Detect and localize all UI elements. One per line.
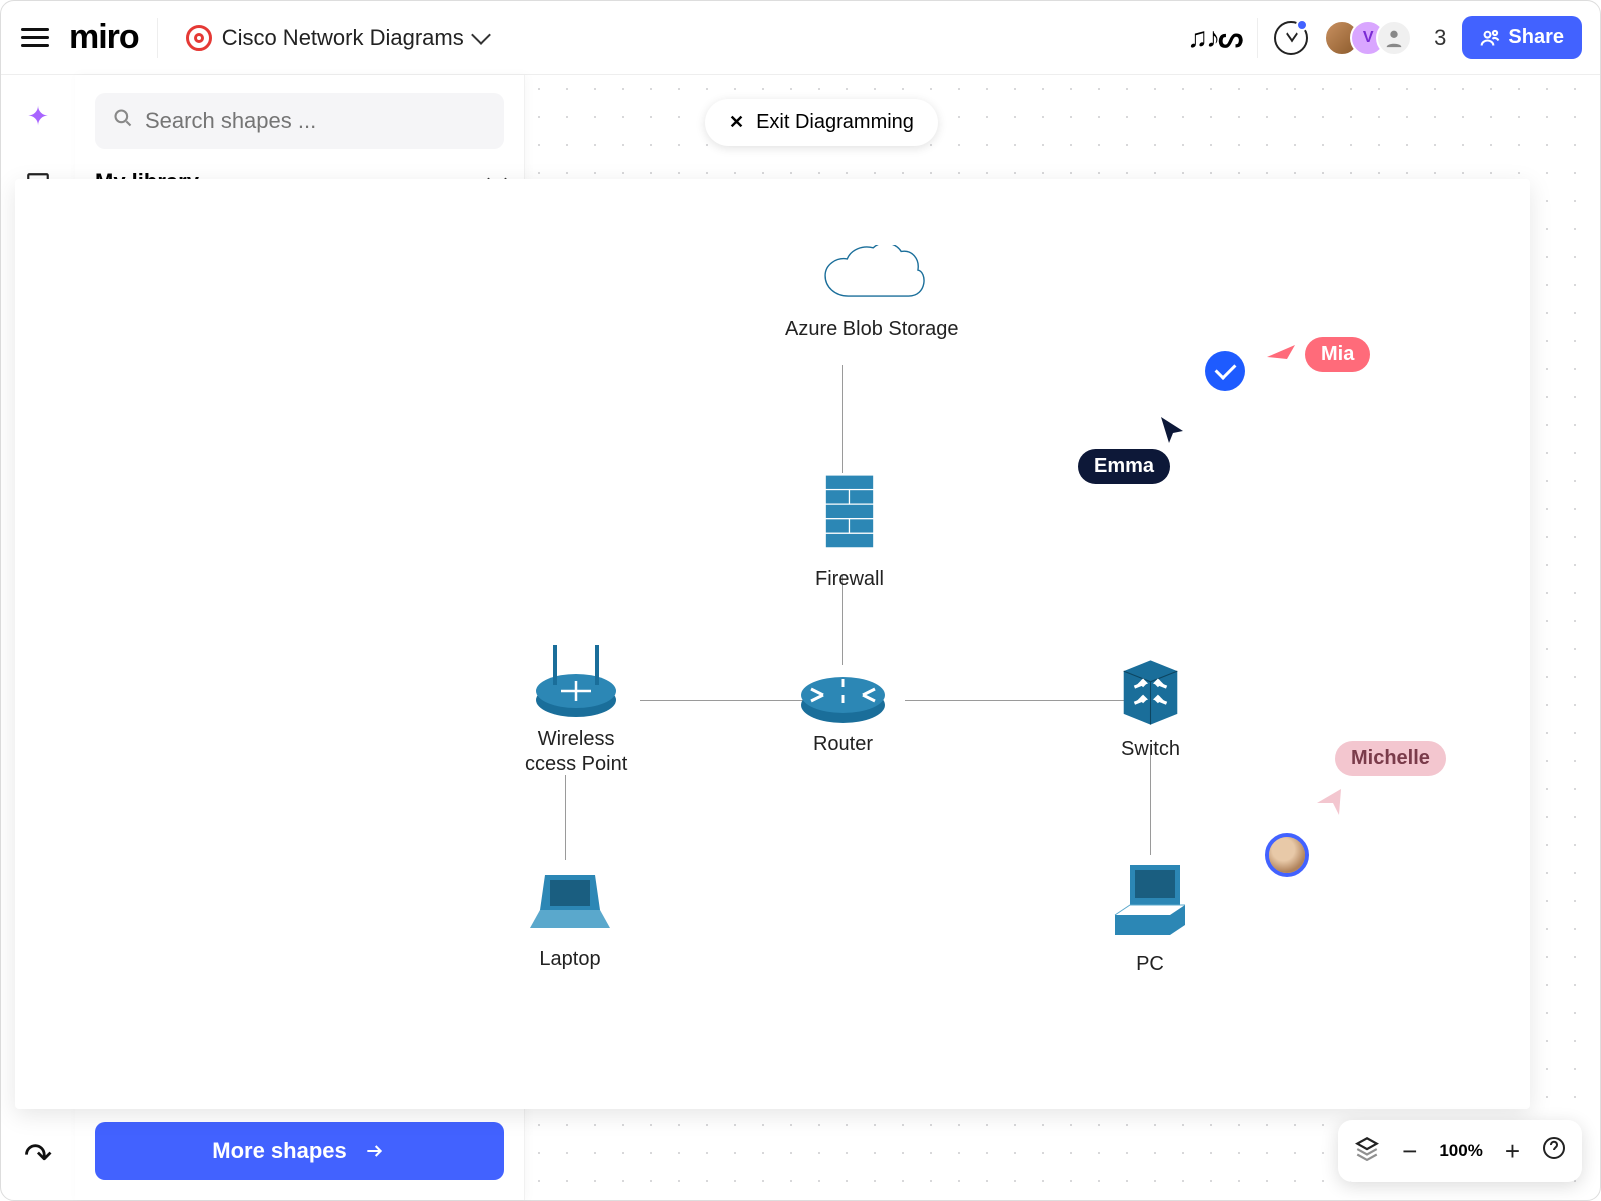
- reaction-check-icon[interactable]: [1205, 351, 1245, 391]
- presence-avatars[interactable]: V: [1324, 20, 1412, 56]
- share-button[interactable]: Share: [1462, 16, 1582, 59]
- canvas[interactable]: ✕ Exit Diagramming ns Azure Blob Storage…: [525, 75, 1600, 1200]
- ai-tool[interactable]: ✦: [15, 93, 61, 139]
- top-bar: miro Cisco Network Diagrams ♫♪ᔕ V 3 Shar…: [1, 1, 1600, 75]
- node-wireless-access-point[interactable]: Wireless ccess Point: [525, 635, 627, 776]
- exit-diagramming-button[interactable]: ✕ Exit Diagramming: [705, 99, 938, 146]
- chevron-down-icon: [471, 25, 491, 45]
- music-icon[interactable]: ♫♪ᔕ: [1187, 21, 1241, 54]
- view-controls: − 100% +: [1338, 1120, 1582, 1182]
- node-router[interactable]: Router: [798, 665, 888, 756]
- connector[interactable]: [1150, 755, 1151, 855]
- connector[interactable]: [842, 365, 843, 473]
- cursor-icon: [1265, 343, 1297, 371]
- zoom-in-button[interactable]: +: [1505, 1136, 1520, 1167]
- cursor-icon: [1315, 787, 1345, 817]
- close-icon: ✕: [729, 112, 744, 133]
- zoom-level[interactable]: 100%: [1439, 1141, 1482, 1161]
- presence-count: 3: [1434, 25, 1446, 51]
- node-cloud[interactable]: Azure Blob Storage: [785, 245, 958, 341]
- collaborator-cursor-michelle: Michelle: [1335, 741, 1446, 776]
- help-icon[interactable]: [1542, 1136, 1566, 1167]
- search-icon: [113, 108, 133, 134]
- board-title-dropdown[interactable]: Cisco Network Diagrams: [176, 19, 498, 57]
- logo[interactable]: miro: [69, 18, 139, 57]
- redo-button[interactable]: ↷: [24, 1136, 53, 1176]
- cursor-icon: [1157, 415, 1187, 445]
- node-firewall[interactable]: Firewall: [815, 475, 884, 591]
- connector[interactable]: [565, 775, 566, 860]
- connector[interactable]: [640, 700, 814, 701]
- collaborator-avatar[interactable]: [1265, 833, 1309, 877]
- diagram-frame[interactable]: [15, 179, 1530, 1109]
- menu-icon[interactable]: [19, 22, 51, 54]
- board-title: Cisco Network Diagrams: [222, 25, 464, 51]
- search-field[interactable]: [95, 93, 504, 149]
- node-laptop[interactable]: Laptop: [525, 865, 615, 971]
- node-switch[interactable]: Switch: [1113, 655, 1188, 761]
- connector[interactable]: [905, 700, 1125, 701]
- layers-icon[interactable]: [1354, 1135, 1380, 1168]
- node-pc[interactable]: PC: [1105, 860, 1195, 976]
- more-shapes-button[interactable]: More shapes: [95, 1122, 504, 1180]
- collaborator-cursor-mia: Mia: [1305, 337, 1370, 372]
- zoom-out-button[interactable]: −: [1402, 1136, 1417, 1167]
- avatar[interactable]: [1376, 20, 1412, 56]
- activity-icon[interactable]: [1274, 21, 1308, 55]
- board-icon: [186, 25, 212, 51]
- collaborator-cursor-emma: Emma: [1078, 449, 1170, 484]
- search-input[interactable]: [145, 108, 486, 134]
